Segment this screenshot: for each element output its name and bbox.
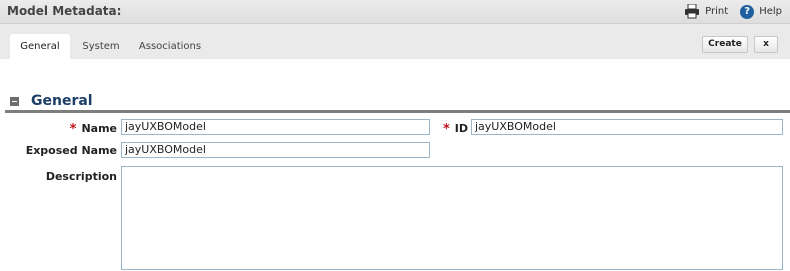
printer-icon bbox=[684, 3, 700, 19]
window-title-bar: Model Metadata: Print ? Help bbox=[0, 0, 790, 24]
print-label: Print bbox=[705, 6, 729, 17]
name-field[interactable] bbox=[121, 119, 430, 135]
page-title: Model Metadata: bbox=[7, 4, 122, 18]
help-label: Help bbox=[759, 6, 782, 17]
section-title: General bbox=[31, 93, 93, 109]
help-button[interactable]: ? Help bbox=[740, 4, 782, 19]
description-field[interactable] bbox=[121, 166, 783, 270]
required-marker: * bbox=[69, 122, 77, 137]
id-field[interactable] bbox=[471, 119, 783, 135]
close-button[interactable]: x bbox=[754, 36, 778, 53]
required-marker: * bbox=[442, 122, 450, 137]
print-button[interactable]: Print bbox=[684, 3, 729, 19]
id-label-group: * ID bbox=[430, 121, 468, 137]
section-divider bbox=[5, 110, 790, 113]
name-label-group: * Name bbox=[40, 121, 117, 137]
header-toolbar: Print ? Help bbox=[672, 3, 782, 20]
help-icon: ? bbox=[740, 4, 755, 19]
create-button[interactable]: Create bbox=[702, 36, 748, 53]
id-label: ID bbox=[454, 122, 468, 135]
exposed-name-label: Exposed Name bbox=[25, 144, 117, 157]
tab-system[interactable]: System bbox=[76, 34, 126, 59]
tab-general[interactable]: General bbox=[10, 34, 70, 59]
name-label: Name bbox=[81, 122, 117, 135]
tab-associations[interactable]: Associations bbox=[134, 34, 206, 59]
description-label: Description bbox=[45, 170, 117, 183]
section-header: General bbox=[10, 92, 93, 110]
exposed-name-field[interactable] bbox=[121, 142, 430, 158]
collapse-icon[interactable] bbox=[10, 96, 19, 106]
tab-bar: General System Associations Create x bbox=[0, 24, 790, 59]
